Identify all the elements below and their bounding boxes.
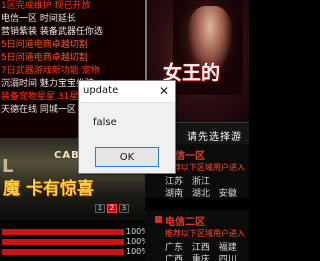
news-item[interactable]: 5日问道电商卓越切割 xyxy=(0,39,145,52)
close-icon[interactable]: ✕ xyxy=(157,84,171,98)
load-bar xyxy=(2,249,124,255)
load-bar xyxy=(2,229,124,235)
load-bar xyxy=(2,239,124,245)
news-item[interactable]: 7日武器游戏新功能 宠物 xyxy=(0,65,145,78)
news-item[interactable]: 电信一区 时间延长 xyxy=(0,13,145,26)
banner-page-button[interactable]: 2 xyxy=(107,204,117,213)
news-item[interactable]: 1区完成维护 现已开放 xyxy=(0,0,145,13)
dialog-message: false xyxy=(93,117,117,128)
dialog-title: update xyxy=(83,85,119,96)
ok-button[interactable]: OK xyxy=(95,147,159,167)
zone-title[interactable]: 电信二区 xyxy=(165,213,205,228)
zone-region-row[interactable]: 湖南 湖北 安徽 xyxy=(165,186,237,199)
zone-hint: 推荐以下区域用户进入 xyxy=(165,163,245,172)
zone-telecom-2: 电信二区 推荐以下区域用户进入 广东 江西 福建 广西 重庆 四川 xyxy=(145,210,249,261)
update-dialog: update ✕ false OK xyxy=(78,80,176,174)
banner-pager: 1 2 3 xyxy=(95,204,129,213)
zone-hint: 推荐以下区域用户进入 xyxy=(165,229,245,238)
zone-bullet-icon xyxy=(155,216,162,223)
banner-promo-text: 魔 卡有惊喜 xyxy=(3,179,94,199)
server-load-bars: 100% 100% 100% xyxy=(0,220,149,261)
banner-page-button[interactable]: 1 xyxy=(95,204,105,213)
dialog-titlebar[interactable]: update ✕ xyxy=(79,81,175,103)
zone-region-row[interactable]: 广西 重庆 四川 xyxy=(165,252,237,261)
banner-page-button[interactable]: 3 xyxy=(119,204,129,213)
news-item[interactable]: 营销紫装 装备武器任你选 xyxy=(0,26,145,39)
news-item[interactable]: 5日问道电商卓越切割 xyxy=(0,52,145,65)
server-select-title: 请先选择游 xyxy=(187,132,242,143)
